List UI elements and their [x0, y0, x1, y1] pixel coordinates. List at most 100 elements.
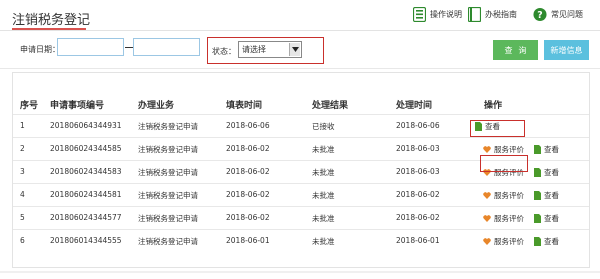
bottom-divider	[0, 271, 600, 273]
service-rating-label: 服务评价	[494, 144, 524, 154]
cell-business: 注销税务登记申请	[138, 168, 198, 177]
cell-process-date: 2018-06-02	[396, 213, 440, 222]
cell-result: 未批准	[312, 214, 335, 223]
cell-fill-date: 2018-06-02	[226, 167, 270, 176]
date-to-input[interactable]	[133, 38, 200, 56]
col-header-actions: 操作	[484, 101, 503, 111]
service-rating-button[interactable]: 服务评价	[483, 211, 524, 225]
faq-label: 常见问题	[551, 9, 583, 19]
service-rating-button[interactable]: 服务评价	[483, 234, 524, 248]
document-icon	[534, 213, 541, 223]
service-rating-button[interactable]: 服务评价	[483, 188, 524, 202]
col-header-business: 办理业务	[138, 101, 175, 111]
add-info-button[interactable]: 新增信息	[544, 40, 589, 60]
view-label: 查看	[544, 167, 559, 177]
chevron-down-icon[interactable]	[289, 43, 300, 56]
service-rating-label: 服务评价	[494, 190, 524, 200]
cell-result: 未批准	[312, 191, 335, 200]
col-header-process-date: 处理时间	[396, 101, 433, 111]
cell-id: 201806014344555	[50, 236, 122, 245]
view-label: 查看	[544, 144, 559, 154]
view-button[interactable]: 查看	[534, 234, 559, 248]
date-label: 申请日期：	[20, 45, 60, 54]
question-icon: ?	[533, 6, 547, 22]
col-header-fill-date: 填表时间	[226, 101, 263, 111]
svg-text:?: ?	[537, 10, 542, 21]
cell-no: 4	[20, 190, 25, 199]
operation-guide-link[interactable]: 操作说明	[412, 6, 462, 22]
cell-business: 注销税务登记申请	[138, 145, 198, 154]
cell-process-date: 2018-06-03	[396, 167, 440, 176]
cell-process-date: 2018-06-03	[396, 144, 440, 153]
cell-id: 201806064344931	[50, 121, 122, 130]
document-icon	[534, 167, 541, 177]
view-highlight-box	[470, 120, 525, 137]
cell-business: 注销税务登记申请	[138, 214, 198, 223]
cell-result: 未批准	[312, 145, 335, 154]
document-icon	[534, 144, 541, 154]
table-row: 6 201806014344555 注销税务登记申请 2018-06-01 未批…	[13, 229, 589, 252]
cell-business: 注销税务登记申请	[138, 237, 198, 246]
tax-guide-label: 办税指南	[485, 9, 517, 19]
status-select[interactable]: 请选择	[238, 41, 302, 58]
heart-icon	[483, 237, 491, 245]
date-range-dash	[125, 47, 133, 48]
book-icon	[467, 6, 481, 22]
view-button[interactable]: 查看	[534, 165, 559, 179]
filter-divider	[0, 68, 600, 69]
heart-icon	[483, 214, 491, 222]
header-divider	[0, 30, 600, 31]
cell-business: 注销税务登记申请	[138, 122, 198, 131]
page-title: 注销税务登记	[12, 13, 91, 28]
faq-link[interactable]: ? 常见问题	[533, 6, 583, 22]
document-icon	[534, 190, 541, 200]
view-button[interactable]: 查看	[534, 211, 559, 225]
cell-fill-date: 2018-06-02	[226, 213, 270, 222]
cell-id: 201806024344577	[50, 213, 122, 222]
page-header: 注销税务登记 操作说明 办税指南 ? 常见问题	[0, 0, 600, 34]
document-icon	[534, 236, 541, 246]
view-label: 查看	[544, 190, 559, 200]
cell-process-date: 2018-06-06	[396, 121, 440, 130]
cell-id: 201806024344583	[50, 167, 122, 176]
cell-id: 201806024344581	[50, 190, 122, 199]
view-button[interactable]: 查看	[534, 142, 559, 156]
list-icon	[412, 6, 426, 22]
cell-no: 5	[20, 213, 25, 222]
operation-guide-label: 操作说明	[430, 9, 462, 19]
col-header-result: 处理结果	[312, 101, 349, 111]
query-button[interactable]: 查询	[493, 40, 538, 60]
cell-no: 1	[20, 121, 25, 130]
heart-icon	[483, 145, 491, 153]
cell-business: 注销税务登记申请	[138, 191, 198, 200]
view-label: 查看	[544, 213, 559, 223]
col-header-no: 序号	[20, 101, 39, 111]
cell-result: 未批准	[312, 168, 335, 177]
heart-icon	[483, 191, 491, 199]
cell-id: 201806024344585	[50, 144, 122, 153]
cell-result: 未批准	[312, 237, 335, 246]
status-select-value: 请选择	[242, 45, 266, 54]
view-button[interactable]: 查看	[534, 188, 559, 202]
cell-no: 6	[20, 236, 25, 245]
tax-guide-link[interactable]: 办税指南	[467, 6, 517, 22]
table-row: 4 201806024344581 注销税务登记申请 2018-06-02 未批…	[13, 183, 589, 206]
service-rating-button[interactable]: 服务评价	[483, 142, 524, 156]
cell-fill-date: 2018-06-02	[226, 144, 270, 153]
cell-fill-date: 2018-06-01	[226, 236, 270, 245]
view-label: 查看	[544, 236, 559, 246]
status-label: 状态：	[212, 47, 236, 56]
cell-no: 3	[20, 167, 25, 176]
service-rating-highlight-box	[480, 155, 528, 172]
cell-fill-date: 2018-06-02	[226, 190, 270, 199]
cell-result: 已接收	[312, 122, 335, 131]
cell-process-date: 2018-06-01	[396, 236, 440, 245]
cell-no: 2	[20, 144, 25, 153]
col-header-id: 申请事项编号	[50, 101, 105, 111]
table-row: 5 201806024344577 注销税务登记申请 2018-06-02 未批…	[13, 206, 589, 229]
date-from-input[interactable]	[57, 38, 124, 56]
service-rating-label: 服务评价	[494, 236, 524, 246]
cell-process-date: 2018-06-02	[396, 190, 440, 199]
cell-fill-date: 2018-06-06	[226, 121, 270, 130]
service-rating-label: 服务评价	[494, 213, 524, 223]
